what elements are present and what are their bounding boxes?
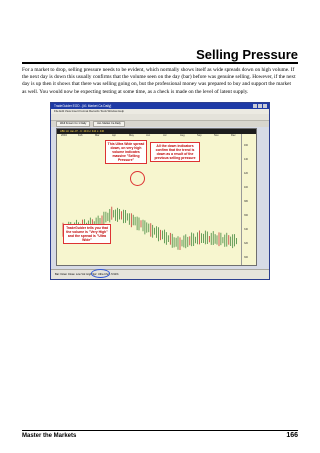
page-number: 166 (286, 432, 298, 439)
page-title: Selling Pressure (196, 47, 298, 62)
price-tick: 340 (244, 228, 248, 231)
tab-market: ALL Market Ca Daily (93, 121, 125, 127)
price-tick: 440 (244, 158, 248, 161)
price-tick: 420 (244, 172, 248, 175)
window-controls (253, 104, 267, 108)
highlight-ellipse (130, 171, 145, 186)
toolbar (51, 114, 269, 127)
callout-down-trend: All the down indicators confirm that the… (150, 142, 200, 162)
footer-rule (22, 430, 298, 431)
callout-ultra-wide: This Ultra Wide spread down, on very hig… (105, 140, 147, 164)
chart-tabs: Well Known Co 1 Daily ALL Market Ca Dail… (51, 121, 269, 127)
callout-volume: TradeGuider tells you that the volume is… (63, 224, 111, 244)
price-axis: 460 440 420 400 380 360 340 320 300 (241, 134, 256, 265)
price-tick: 360 (244, 214, 248, 217)
body-paragraph: For a market to drop, selling pressure n… (22, 67, 296, 95)
price-tick: 460 (244, 144, 248, 147)
footer-title: Master the Markets (22, 433, 77, 439)
price-tick: 320 (244, 242, 248, 245)
maximize-icon (258, 104, 262, 108)
chart-screenshot: TradeGuider EOD - [#1 Market Ca Daily] F… (50, 102, 270, 280)
price-tick: 380 (244, 200, 248, 203)
window-title: TradeGuider EOD - [#1 Market Ca Daily] (54, 104, 112, 108)
price-chart: ABC Hi: Jan-07 - C: 443 H: 444 L: 440 20… (56, 128, 257, 266)
price-tick: 400 (244, 186, 248, 189)
price-tick: 300 (244, 256, 248, 259)
minimize-icon (253, 104, 257, 108)
status-bar: Bar: Down Close: Low Vol: High Spr: Ultr… (51, 269, 269, 279)
status-highlight-ellipse (91, 269, 110, 278)
tab-well-known: Well Known Co 1 Daily (56, 121, 91, 127)
title-rule (22, 62, 298, 64)
close-icon (263, 104, 267, 108)
price-bars (62, 206, 237, 250)
